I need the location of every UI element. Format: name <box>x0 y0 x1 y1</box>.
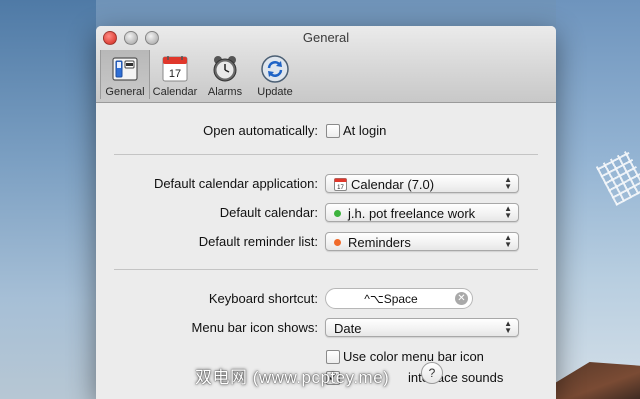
default-calendar-popup[interactable]: j.h. pot freelance work ▲ ▼ <box>325 203 519 222</box>
alarm-clock-icon <box>209 53 241 85</box>
separator <box>114 269 538 270</box>
default-reminder-label: Default reminder list: <box>198 234 318 249</box>
default-calendar-app-value: Calendar (7.0) <box>351 177 435 192</box>
clear-shortcut-icon[interactable]: ✕ <box>455 292 468 305</box>
popup-arrows-icon: ▲ ▼ <box>504 204 512 220</box>
default-calendar-label: Default calendar: <box>219 205 318 220</box>
desktop-background-left <box>0 0 96 399</box>
svg-text:17: 17 <box>337 185 344 191</box>
tab-update[interactable]: Update <box>250 50 300 99</box>
default-calendar-app-popup[interactable]: 17 Calendar (7.0) ▲ ▼ <box>325 174 519 193</box>
keyboard-shortcut-row: Keyboard shortcut: ^⌥Space ✕ <box>96 288 556 310</box>
default-calendar-app-value-wrap: 17 Calendar (7.0) <box>334 177 434 192</box>
shortcut-value: ^⌥Space <box>364 292 418 306</box>
at-login-label[interactable]: At login <box>343 123 386 138</box>
default-reminder-value: Reminders <box>348 235 411 250</box>
separator <box>114 154 538 155</box>
menu-bar-icon-label: Menu bar icon shows: <box>191 320 318 335</box>
tab-alarms-label: Alarms <box>207 86 243 98</box>
default-reminder-popup[interactable]: Reminders ▲ ▼ <box>325 232 519 251</box>
preferences-toolbar: General 17 Calendar Alarms Update <box>100 50 300 99</box>
calendar-app-icon: 17 <box>334 178 347 191</box>
calendar-icon: 17 <box>159 53 191 85</box>
window-title: General <box>302 30 350 45</box>
default-calendar-row: Default calendar: j.h. pot freelance wor… <box>96 202 556 224</box>
calendar-color-dot <box>334 210 341 217</box>
tab-alarms[interactable]: Alarms <box>200 50 250 99</box>
preferences-window: General General 17 Calendar Alarms Updat… <box>96 26 556 399</box>
default-calendar-value: j.h. pot freelance work <box>348 206 476 221</box>
tab-general[interactable]: General <box>100 50 150 99</box>
shortcut-recorder[interactable]: ^⌥Space ✕ <box>325 288 473 309</box>
default-calendar-app-row: Default calendar application: 17 Calenda… <box>96 173 556 195</box>
tab-calendar[interactable]: 17 Calendar <box>150 50 200 99</box>
titlebar: General General 17 Calendar Alarms Updat… <box>96 26 556 103</box>
use-color-icon-label[interactable]: Use color menu bar icon <box>343 349 484 364</box>
at-login-checkbox[interactable] <box>326 124 340 138</box>
open-automatically-label: Open automatically: <box>203 123 318 138</box>
popup-arrows-icon: ▲ ▼ <box>504 319 512 335</box>
popup-arrows-icon: ▲ ▼ <box>504 175 512 191</box>
menu-bar-icon-value: Date <box>334 321 362 336</box>
help-button[interactable]: ? <box>421 362 443 384</box>
reminder-color-dot <box>334 239 341 246</box>
update-icon <box>259 53 291 85</box>
calendar-day-number: 17 <box>169 68 181 80</box>
use-color-icon-checkbox[interactable] <box>326 350 340 364</box>
general-switch-icon <box>109 53 141 85</box>
default-calendar-app-label: Default calendar application: <box>153 176 318 191</box>
default-calendar-value-wrap: j.h. pot freelance work <box>334 206 475 221</box>
general-pane: Open automatically: At login Default cal… <box>96 103 556 399</box>
keyboard-shortcut-label: Keyboard shortcut: <box>208 291 318 306</box>
menu-bar-icon-popup[interactable]: Date ▲ ▼ <box>325 318 519 337</box>
popup-arrows-icon: ▲ ▼ <box>504 233 512 249</box>
tab-general-label: General <box>105 86 145 98</box>
tab-update-label: Update <box>257 86 293 98</box>
open-automatically-row: Open automatically: At login <box>96 120 556 142</box>
watermark-text: 双电网 (www.pcptey.me) <box>195 368 390 387</box>
default-reminder-value-wrap: Reminders <box>334 235 411 250</box>
default-reminder-row: Default reminder list: Reminders ▲ ▼ <box>96 231 556 253</box>
tab-calendar-label: Calendar <box>152 86 198 98</box>
menu-bar-icon-row: Menu bar icon shows: Date ▲ ▼ <box>96 317 556 339</box>
